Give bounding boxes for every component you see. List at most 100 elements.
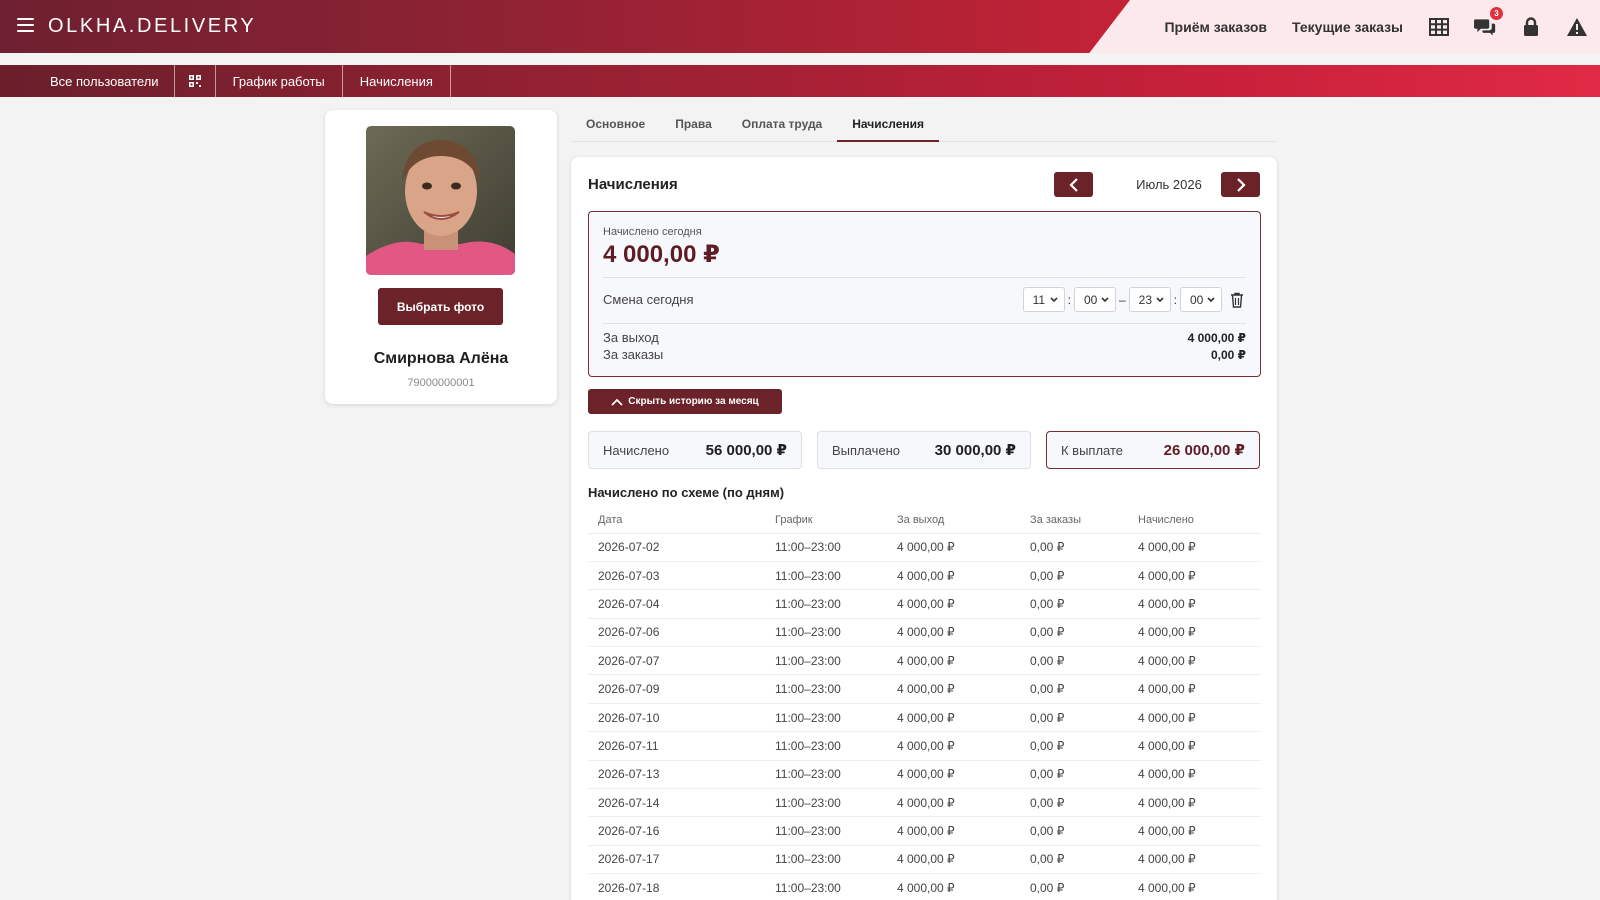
table-cell: 4 000,00 ₽	[887, 788, 1020, 817]
user-phone: 79000000001	[407, 377, 475, 389]
warning-icon[interactable]	[1566, 16, 1588, 38]
daily-accruals-title: Начислено по схеме (по дням)	[588, 485, 785, 500]
chat-icon[interactable]: 3	[1474, 6, 1503, 38]
table-cell: 2026-07-03	[588, 560, 765, 590]
current-month: Июль 2026	[1136, 177, 1202, 192]
table-cell: 11:00–23:00	[765, 816, 887, 846]
menu-icon[interactable]	[17, 18, 34, 32]
stat-value: 26 000,00 ₽	[1163, 442, 1245, 459]
table-cell: 0,00 ₽	[1020, 560, 1128, 590]
choose-photo-button[interactable]: Выбрать фото	[378, 288, 503, 325]
table-cell: 2026-07-02	[588, 532, 765, 562]
tab-payroll[interactable]: Оплата труда	[727, 112, 837, 142]
table-cell: 0,00 ₽	[1020, 646, 1128, 675]
column-header: За заказы	[1030, 513, 1081, 526]
profile-tabs: Основное Права Оплата труда Начисления	[571, 112, 1277, 142]
table-cell: 0,00 ₽	[1020, 702, 1128, 732]
shift-end-minute-select[interactable]: 00	[1180, 287, 1222, 312]
table-cell: 4 000,00 ₽	[1128, 560, 1261, 590]
stat-value: 56 000,00 ₽	[705, 442, 787, 459]
today-amount: 4 000,00 ₽	[603, 241, 720, 268]
table-cell: 2026-07-16	[588, 816, 765, 846]
table-cell: 4 000,00 ₽	[887, 873, 1020, 900]
table-cell: 4 000,00 ₽	[887, 816, 1020, 846]
grid-icon[interactable]	[1428, 16, 1450, 38]
table-row: 2026-07-07 11:00–23:00 4 000,00 ₽0,00 ₽4 0…	[588, 646, 1261, 675]
time-colon: :	[1173, 292, 1177, 307]
table-row: 2026-07-17 11:00–23:00 4 000,00 ₽0,00 ₽4 0…	[588, 844, 1261, 874]
stat-label: Начислено	[603, 442, 670, 458]
subnav-schedule[interactable]: График работы	[216, 65, 343, 97]
table-cell: 2026-07-06	[588, 617, 765, 647]
stat-label: Выплачено	[832, 442, 900, 458]
table-cell: 2026-07-04	[588, 589, 765, 619]
shift-start-hour-select[interactable]: 11	[1022, 287, 1065, 312]
table-cell: 2026-07-07	[588, 646, 765, 675]
app-logo[interactable]: OLKHA.DELIVERY	[48, 15, 256, 38]
chevron-down-icon	[1050, 296, 1058, 302]
chevron-down-icon	[1101, 296, 1109, 302]
table-cell: 4 000,00 ₽	[887, 759, 1020, 789]
table-cell: 11:00–23:00	[765, 702, 887, 732]
trash-icon[interactable]	[1230, 292, 1244, 308]
table-cell: 4 000,00 ₽	[887, 646, 1020, 675]
table-cell: 4 000,00 ₽	[887, 589, 1020, 619]
top-header: OLKHA.DELIVERY Приём заказов Текущие зак…	[0, 0, 1600, 53]
table-cell: 4 000,00 ₽	[1128, 844, 1261, 874]
table-cell: 2026-07-17	[588, 844, 765, 874]
toggle-history-button[interactable]: Скрыть историю за месяц	[588, 389, 782, 414]
table-cell: 4 000,00 ₽	[887, 617, 1020, 647]
sub-nav: Все пользователи График работы Начислени…	[0, 65, 1600, 97]
column-header: Начислено	[1138, 513, 1194, 526]
lock-icon[interactable]	[1520, 16, 1542, 38]
qr-code-icon[interactable]	[175, 65, 216, 97]
table-row: 2026-07-03 11:00–23:00 4 000,00 ₽0,00 ₽4 0…	[588, 560, 1261, 590]
table-cell: 11:00–23:00	[765, 674, 887, 704]
per-orders-value: 0,00 ₽	[1210, 348, 1246, 362]
table-cell: 4 000,00 ₽	[887, 702, 1020, 732]
tab-general[interactable]: Основное	[571, 112, 660, 142]
table-cell: 2026-07-11	[588, 731, 765, 761]
table-cell: 0,00 ₽	[1020, 731, 1128, 761]
table-row: 2026-07-06 11:00–23:00 4 000,00 ₽0,00 ₽4 0…	[588, 617, 1261, 647]
time-dash: –	[1118, 292, 1126, 307]
daily-accruals-table: Дата График За выход За заказы Начислено…	[588, 507, 1261, 900]
table-cell: 4 000,00 ₽	[1128, 589, 1261, 619]
shift-start-minute-select[interactable]: 00	[1073, 287, 1116, 312]
per-shift-value: 4 000,00 ₽	[1187, 331, 1246, 345]
subnav-all-users[interactable]: Все пользователи	[0, 65, 175, 97]
tab-permissions[interactable]: Права	[660, 112, 727, 142]
table-cell: 11:00–23:00	[765, 532, 887, 562]
next-month-button[interactable]	[1221, 172, 1260, 197]
table-cell: 0,00 ₽	[1020, 617, 1128, 647]
table-cell: 4 000,00 ₽	[887, 844, 1020, 874]
table-cell: 0,00 ₽	[1020, 788, 1128, 817]
table-row: 2026-07-14 11:00–23:00 4 000,00 ₽0,00 ₽4 0…	[588, 788, 1261, 817]
tab-accruals[interactable]: Начисления	[837, 112, 940, 142]
subnav-accruals[interactable]: Начисления	[343, 65, 451, 97]
chevron-right-icon	[1236, 177, 1246, 192]
table-row: 2026-07-10 11:00–23:00 4 000,00 ₽0,00 ₽4 0…	[588, 702, 1261, 732]
user-name: Смирнова Алёна	[373, 350, 509, 367]
table-cell: 2026-07-14	[588, 788, 765, 817]
orders-intake-link[interactable]: Приём заказов	[1164, 19, 1267, 35]
table-cell: 0,00 ₽	[1020, 816, 1128, 846]
table-cell: 4 000,00 ₽	[1128, 617, 1261, 647]
table-row: 2026-07-02 11:00–23:00 4 000,00 ₽0,00 ₽4 0…	[588, 532, 1261, 562]
panel-title: Начисления	[588, 176, 678, 193]
table-cell: 11:00–23:00	[765, 617, 887, 647]
table-cell: 4 000,00 ₽	[1128, 532, 1261, 562]
table-row: 2026-07-18 11:00–23:00 4 000,00 ₽0,00 ₽4 0…	[588, 873, 1261, 900]
divider	[603, 277, 1246, 278]
table-row: 2026-07-13 11:00–23:00 4 000,00 ₽0,00 ₽4 0…	[588, 759, 1261, 789]
shift-time-row: 11 : 00 – 23 : 00	[1022, 287, 1244, 312]
table-cell: 4 000,00 ₽	[887, 731, 1020, 761]
table-cell: 4 000,00 ₽	[1128, 731, 1261, 761]
today-summary: Начислено сегодня 4 000,00 ₽ Смена сегод…	[588, 211, 1261, 377]
table-row: 2026-07-04 11:00–23:00 4 000,00 ₽0,00 ₽4 0…	[588, 589, 1261, 619]
divider	[603, 323, 1246, 324]
current-orders-link[interactable]: Текущие заказы	[1292, 19, 1403, 35]
prev-month-button[interactable]	[1054, 172, 1093, 197]
table-cell: 11:00–23:00	[765, 844, 887, 874]
shift-end-hour-select[interactable]: 23	[1128, 287, 1171, 312]
